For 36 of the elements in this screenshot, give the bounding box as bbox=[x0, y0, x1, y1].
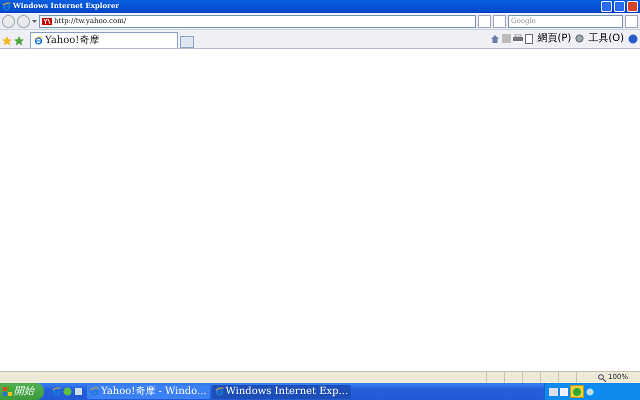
gear-icon bbox=[575, 34, 584, 43]
minimize-button[interactable] bbox=[601, 1, 612, 12]
network-icon bbox=[549, 388, 558, 396]
speaker-icon bbox=[586, 388, 594, 396]
tools-menu[interactable]: 工具(O) bbox=[586, 31, 626, 46]
ie-logo-icon bbox=[2, 2, 11, 11]
ie-window-icon bbox=[214, 387, 224, 396]
windows-logo-icon bbox=[3, 387, 12, 396]
stop-button[interactable] bbox=[493, 14, 506, 28]
page-menu[interactable]: 網頁(P) bbox=[535, 31, 574, 46]
home-icon[interactable] bbox=[490, 34, 500, 44]
help-icon[interactable] bbox=[628, 34, 638, 44]
yahoo-favicon-icon bbox=[42, 18, 52, 24]
add-favorite-icon[interactable] bbox=[14, 36, 24, 46]
ie-window-icon bbox=[90, 387, 99, 396]
close-button[interactable] bbox=[627, 1, 638, 12]
dropdown-caret-icon[interactable] bbox=[32, 20, 37, 22]
ie-quicklaunch-icon bbox=[52, 387, 61, 396]
back-button[interactable] bbox=[2, 14, 15, 28]
page-icon bbox=[525, 34, 534, 44]
restore-button[interactable] bbox=[614, 1, 625, 12]
desktop-icon[interactable] bbox=[74, 387, 83, 396]
ie-favicon-icon bbox=[34, 36, 43, 45]
media-player-icon[interactable] bbox=[63, 387, 72, 396]
favorites-star-icon[interactable] bbox=[2, 36, 12, 46]
norton-tray-badge[interactable] bbox=[570, 385, 584, 398]
new-tab-button[interactable] bbox=[180, 36, 194, 48]
taskbar-window-button[interactable]: Windows Internet Exp... bbox=[212, 384, 352, 398]
taskbar-window-button[interactable]: Yahoo!奇摩 - Windo... bbox=[87, 384, 210, 398]
search-button[interactable] bbox=[625, 14, 638, 28]
browser-tab[interactable]: Yahoo!奇摩 bbox=[30, 32, 178, 48]
tray-icon bbox=[560, 388, 568, 396]
refresh-button[interactable] bbox=[478, 14, 491, 28]
forward-button[interactable] bbox=[17, 14, 30, 28]
printer-icon[interactable] bbox=[513, 34, 524, 43]
zoom-icon bbox=[598, 374, 606, 382]
